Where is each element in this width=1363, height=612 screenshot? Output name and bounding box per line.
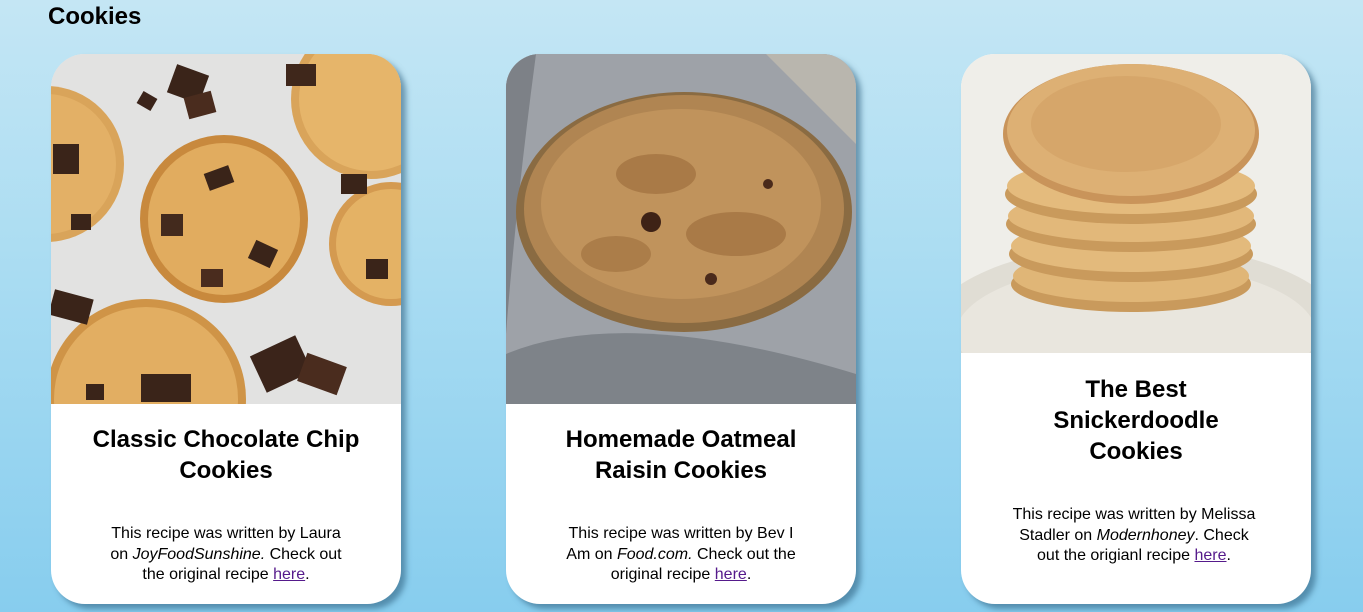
snickerdoodle-cookies-image [961,54,1311,353]
recipe-link[interactable]: here [715,566,747,583]
card-title: Classic Chocolate Chip Cookies [92,426,360,484]
source-name: JoyFoodSunshine. [132,545,266,563]
chocolate-chip-cookies-image [51,54,401,404]
recipe-link[interactable]: here [1194,547,1226,564]
recipe-card-snickerdoodle: The Best Snickerdoodle Cookies This reci… [961,54,1311,604]
card-title: The Best Snickerdoodle Cookies [1053,376,1219,465]
recipe-link[interactable]: here [273,566,305,583]
card-credit: This recipe was written by Bev I Am on F… [566,525,796,583]
card-credit: This recipe was written by Melissa Stadl… [1012,506,1256,564]
oatmeal-raisin-cookie-image [506,54,856,404]
source-name: Modernhoney [1096,526,1195,544]
recipe-card-oatmeal-raisin: Homemade Oatmeal Raisin Cookies This rec… [506,54,856,604]
recipe-card-chocolate-chip: Classic Chocolate Chip Cookies This reci… [51,54,401,604]
card-credit: This recipe was written by Laura on JoyF… [110,525,342,583]
card-title: Homemade Oatmeal Raisin Cookies [565,426,797,484]
source-name: Food.com. [616,545,693,563]
page-title: Cookies [48,3,142,30]
